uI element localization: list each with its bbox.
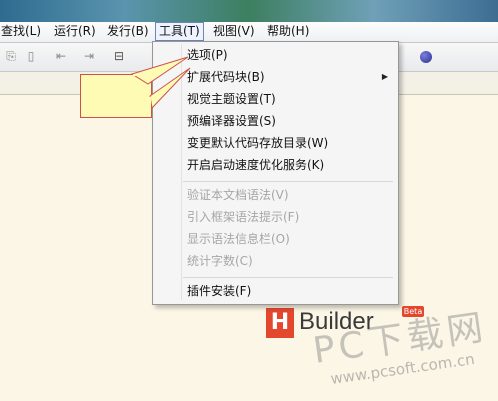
callout-pointer bbox=[130, 56, 191, 110]
